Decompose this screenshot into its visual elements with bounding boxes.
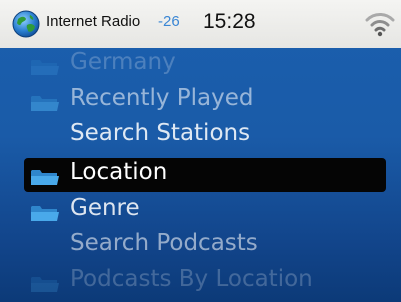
signal-strength: -26 [158, 13, 180, 30]
folder-icon [31, 170, 59, 185]
menu-item-label: Genre [70, 195, 140, 221]
menu-item-label: Recently Played [70, 85, 254, 111]
menu-item-label: Podcasts By Location [70, 266, 313, 292]
globe-icon [12, 10, 40, 38]
menu-item-label: Germany [70, 49, 176, 75]
menu-item-label: Location [70, 159, 168, 185]
menu-item-recently-played[interactable]: Recently Played [24, 84, 386, 118]
folder-icon [31, 277, 59, 292]
folder-icon [31, 60, 59, 75]
status-bar: Internet Radio -26 15:28 [0, 0, 401, 48]
menu-item-podcasts-by-location[interactable]: Podcasts By Location [24, 265, 386, 299]
folder-icon [31, 206, 59, 221]
menu-item-label: Search Stations [70, 120, 251, 146]
menu-item-germany[interactable]: Germany [24, 48, 386, 82]
menu-item-label: Search Podcasts [70, 230, 258, 256]
radio-screen: Internet Radio -26 15:28 Germany Recentl… [0, 0, 401, 302]
menu-item-search-podcasts[interactable]: Search Podcasts [24, 229, 386, 263]
menu-item-location[interactable]: Location [24, 158, 386, 192]
wifi-icon [365, 13, 395, 37]
clock: 15:28 [203, 10, 256, 33]
app-title: Internet Radio [46, 13, 141, 30]
menu-item-genre[interactable]: Genre [24, 194, 386, 228]
menu-list: Germany Recently Played Search Stations … [0, 48, 401, 302]
folder-icon [31, 96, 59, 111]
menu-item-search-stations[interactable]: Search Stations [24, 119, 386, 153]
